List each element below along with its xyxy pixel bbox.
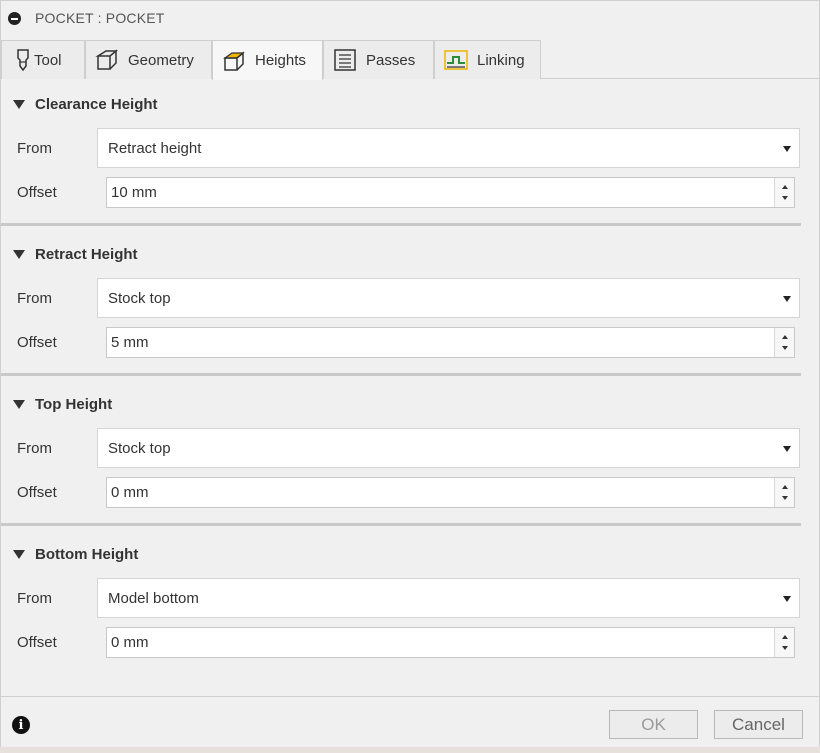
chevron-down-icon (783, 596, 791, 602)
spin-down-icon[interactable] (782, 496, 788, 500)
select-value: Stock top (108, 439, 171, 457)
cancel-button[interactable]: Cancel (714, 710, 803, 739)
select-value: Stock top (108, 289, 171, 307)
offset-label: Offset (17, 184, 57, 201)
tab-heights[interactable]: Heights (212, 40, 323, 80)
spin-up-icon[interactable] (782, 335, 788, 339)
spinner[interactable] (774, 178, 794, 207)
top-offset-input[interactable]: 0 mm (106, 477, 795, 508)
geometry-icon (94, 48, 120, 72)
background-strip (0, 747, 820, 753)
from-label: From (17, 140, 52, 157)
section-title: Bottom Height (35, 545, 139, 563)
pocket-dialog: POCKET : POCKET Tool Geometry Heights Pa… (0, 0, 820, 753)
spin-down-icon[interactable] (782, 346, 788, 350)
select-value: Retract height (108, 139, 202, 157)
tab-passes[interactable]: Passes (323, 40, 434, 79)
spin-up-icon[interactable] (782, 185, 788, 189)
dialog-title: POCKET : POCKET (35, 10, 165, 26)
top-from-select[interactable]: Stock top (97, 428, 800, 468)
info-icon[interactable]: i (12, 716, 30, 734)
input-value: 0 mm (111, 634, 149, 651)
tab-geometry-label: Geometry (128, 51, 194, 69)
spinner[interactable] (774, 328, 794, 357)
tab-geometry[interactable]: Geometry (85, 40, 212, 79)
from-label: From (17, 290, 52, 307)
input-value: 5 mm (111, 334, 149, 351)
input-value: 10 mm (111, 184, 157, 201)
retract-offset-input[interactable]: 5 mm (106, 327, 795, 358)
spinner[interactable] (774, 478, 794, 507)
spin-up-icon[interactable] (782, 485, 788, 489)
from-label: From (17, 590, 52, 607)
input-value: 0 mm (111, 484, 149, 501)
section-clearance-height[interactable]: Clearance Height (1, 92, 158, 116)
clearance-offset-input[interactable]: 10 mm (106, 177, 795, 208)
tab-passes-label: Passes (366, 51, 416, 69)
chevron-down-icon (783, 446, 791, 452)
tool-icon (10, 48, 29, 72)
section-bottom-height[interactable]: Bottom Height (1, 542, 138, 566)
section-top-height[interactable]: Top Height (1, 392, 112, 416)
section-retract-height[interactable]: Retract Height (1, 242, 138, 266)
section-divider (1, 523, 801, 526)
bottom-from-select[interactable]: Model bottom (97, 578, 800, 618)
spin-up-icon[interactable] (782, 635, 788, 639)
retract-from-select[interactable]: Stock top (97, 278, 800, 318)
section-title: Clearance Height (35, 95, 158, 113)
from-label: From (17, 440, 52, 457)
ok-button[interactable]: OK (609, 710, 698, 739)
footer-divider (1, 696, 819, 697)
bottom-offset-input[interactable]: 0 mm (106, 627, 795, 658)
spinner[interactable] (774, 628, 794, 657)
select-value: Model bottom (108, 589, 199, 607)
chevron-down-icon (783, 296, 791, 302)
collapse-triangle-icon (13, 549, 25, 559)
collapse-triangle-icon (13, 249, 25, 259)
heights-icon (221, 49, 247, 73)
section-title: Retract Height (35, 245, 138, 263)
offset-label: Offset (17, 484, 57, 501)
chevron-down-icon (783, 146, 791, 152)
section-divider (1, 223, 801, 226)
collapse-triangle-icon (13, 399, 25, 409)
tab-bar: Tool Geometry Heights Passes Linking (1, 40, 819, 80)
clearance-from-select[interactable]: Retract height (97, 128, 800, 168)
tab-tool-label: Tool (34, 51, 62, 69)
tab-linking[interactable]: Linking (434, 40, 541, 79)
linking-icon (443, 48, 469, 72)
offset-label: Offset (17, 634, 57, 651)
title-bar: POCKET : POCKET (1, 1, 819, 35)
tab-tool[interactable]: Tool (1, 40, 85, 79)
spin-down-icon[interactable] (782, 646, 788, 650)
collapse-triangle-icon (13, 99, 25, 109)
tab-linking-label: Linking (477, 51, 525, 69)
spin-down-icon[interactable] (782, 196, 788, 200)
section-title: Top Height (35, 395, 113, 413)
section-divider (1, 373, 801, 376)
tab-heights-label: Heights (255, 52, 306, 69)
offset-label: Offset (17, 334, 57, 351)
collapse-icon[interactable] (8, 12, 21, 25)
passes-icon (332, 48, 358, 72)
